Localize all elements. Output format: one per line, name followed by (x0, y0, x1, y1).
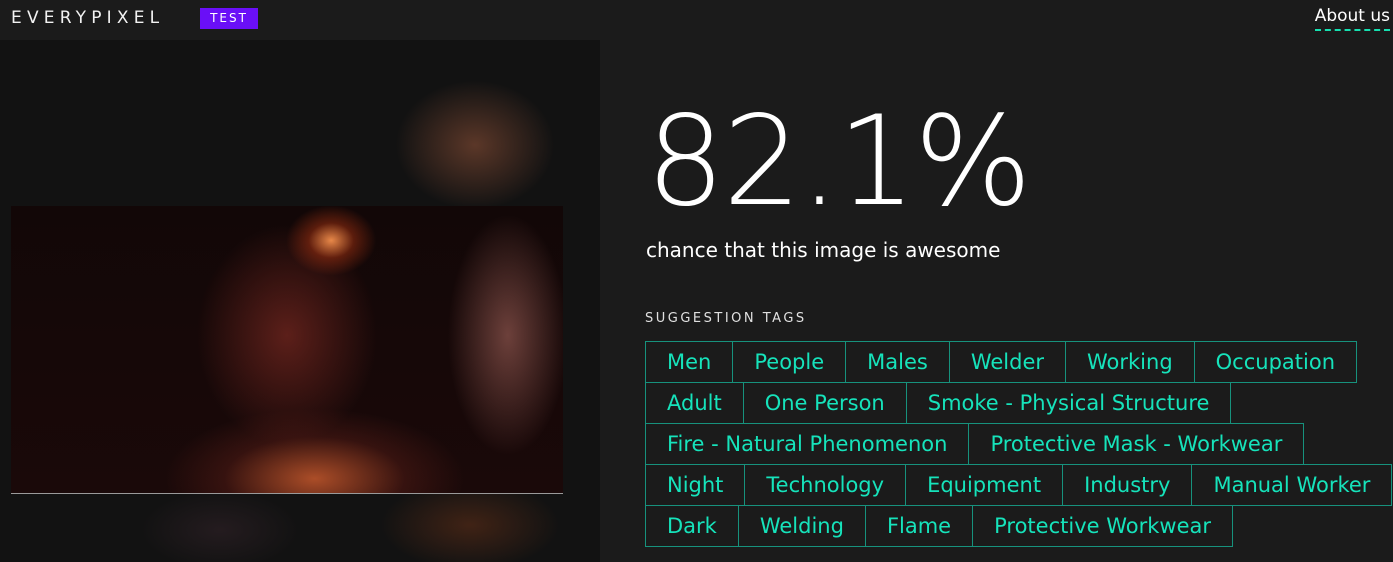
suggestion-tag[interactable]: Males (845, 341, 950, 383)
tag-row: Adult One Person Smoke - Physical Structur… (645, 382, 1393, 424)
suggestion-tag[interactable]: Fire - Natural Phenomenon (645, 423, 970, 465)
about-us-link[interactable]: About us (1314, 6, 1390, 31)
logo[interactable]: EVERYPIXEL (11, 8, 164, 28)
tag-row: Fire - Natural Phenomenon Protective Mask… (645, 423, 1393, 465)
suggestion-tag[interactable]: Technology (744, 464, 907, 506)
suggestion-tag[interactable]: Occupation (1193, 341, 1358, 383)
blurred-background (140, 490, 300, 562)
suggestion-tag[interactable]: Adult (645, 382, 744, 424)
suggestion-tags-heading: SUGGESTION TAGS (645, 311, 807, 326)
suggestion-tag[interactable]: Welder (948, 341, 1066, 383)
suggestion-tag[interactable]: Smoke - Physical Structure (905, 382, 1232, 424)
suggestion-tag[interactable]: Protective Workwear (972, 505, 1233, 547)
suggestion-tag[interactable]: Night (645, 464, 746, 506)
suggestion-tag[interactable]: People (732, 341, 847, 383)
test-badge: TEST (200, 8, 258, 29)
suggestion-tag[interactable]: Equipment (905, 464, 1064, 506)
uploaded-photo (11, 206, 563, 494)
awesome-score: 82.1% (646, 90, 1032, 234)
suggestion-tag[interactable]: Flame (864, 505, 974, 547)
suggestion-tag[interactable]: Manual Worker (1191, 464, 1393, 506)
suggestion-tag[interactable]: Industry (1062, 464, 1193, 506)
suggestion-tag[interactable]: Dark (645, 505, 739, 547)
image-preview-area (0, 40, 600, 562)
suggestion-tag[interactable]: Welding (737, 505, 866, 547)
top-bar: EVERYPIXEL TEST About us (0, 0, 1393, 40)
score-caption: chance that this image is awesome (646, 238, 1001, 262)
blurred-background (395, 80, 555, 210)
tag-row: Night Technology Equipment Industry Manual W… (645, 464, 1393, 506)
tag-row: Dark Welding Flame Protective Workwear (645, 505, 1393, 547)
suggestion-tag[interactable]: Working (1065, 341, 1195, 383)
tag-row: Men People Males Welder Working Occupation (645, 341, 1393, 383)
suggestion-tags-list: Men People Males Welder Working Occupation Adu… (645, 341, 1393, 547)
suggestion-tag[interactable]: Men (645, 341, 734, 383)
suggestion-tag[interactable]: One Person (742, 382, 907, 424)
suggestion-tag[interactable]: Protective Mask - Workwear (968, 423, 1305, 465)
